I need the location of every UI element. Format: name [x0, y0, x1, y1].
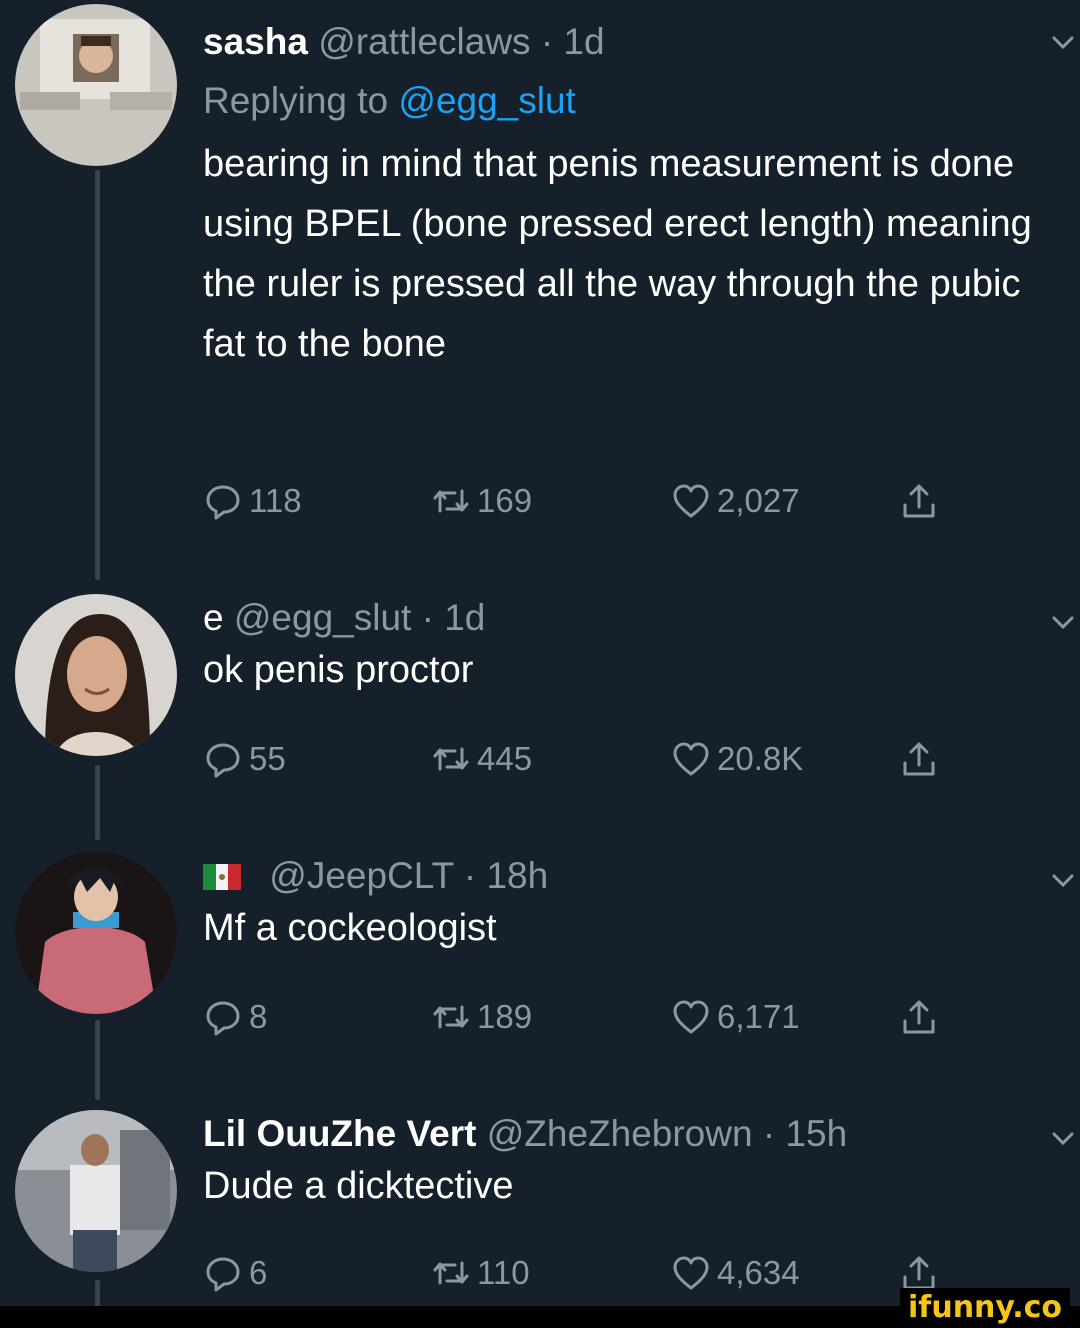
chevron-down-icon[interactable] — [1048, 608, 1078, 638]
display-name[interactable]: Lil OuuZhe Vert — [203, 1113, 476, 1154]
retweet-count: 189 — [477, 998, 533, 1035]
share-button[interactable] — [899, 478, 945, 524]
reply-count: 6 — [249, 1254, 268, 1291]
tweet-actions: 118 169 2,027 — [203, 478, 963, 524]
reply-count: 55 — [249, 740, 286, 777]
like-count: 6,171 — [717, 998, 800, 1035]
retweet-icon — [433, 1261, 469, 1285]
timestamp[interactable]: · 1d — [422, 597, 486, 638]
reply-icon — [206, 1257, 240, 1292]
reply-button[interactable]: 6 — [203, 1250, 267, 1296]
retweet-count: 110 — [477, 1254, 530, 1291]
reply-count: 118 — [249, 482, 302, 519]
tweet-text: bearing in mind that penis measurement i… — [203, 143, 1032, 365]
mexico-flag-icon — [203, 864, 241, 890]
reply-mention-link[interactable]: @egg_slut — [398, 80, 575, 121]
share-button[interactable] — [899, 736, 945, 782]
handle[interactable]: @JeepCLT — [269, 855, 453, 896]
retweet-button[interactable]: 169 — [431, 478, 532, 524]
share-icon — [903, 484, 935, 518]
tweet-text: Dude a dicktective — [203, 1165, 514, 1207]
share-icon — [903, 742, 935, 776]
heart-icon — [673, 742, 709, 776]
like-button[interactable]: 4,634 — [671, 1250, 800, 1296]
chevron-down-icon[interactable] — [1048, 28, 1078, 58]
reply-icon — [206, 485, 240, 520]
avatar[interactable] — [15, 852, 177, 1014]
tweet-text: Mf a cockeologist — [203, 907, 497, 949]
timestamp[interactable]: · 15h — [763, 1113, 847, 1154]
tweet-actions: 6 110 4,634 — [203, 1250, 963, 1296]
retweet-icon — [433, 1005, 469, 1029]
retweet-icon — [433, 489, 469, 513]
like-count: 4,634 — [717, 1254, 800, 1291]
reply-button[interactable]: 118 — [203, 478, 302, 524]
retweet-button[interactable]: 189 — [431, 994, 532, 1040]
handle[interactable]: @ZheZhebrown — [487, 1113, 753, 1154]
reply-count: 8 — [249, 998, 268, 1035]
chevron-down-icon[interactable] — [1048, 1124, 1078, 1154]
handle[interactable]: @rattleclaws — [318, 21, 530, 62]
share-icon — [903, 1000, 935, 1034]
avatar[interactable] — [15, 4, 177, 166]
avatar[interactable] — [15, 1110, 177, 1272]
share-button[interactable] — [899, 994, 945, 1040]
tweet-header: sasha @rattleclaws · 1d — [203, 20, 1040, 64]
retweet-button[interactable]: 110 — [431, 1250, 530, 1296]
tweet[interactable]: sasha @rattleclaws · 1d Replying to @egg… — [0, 0, 1080, 560]
display-name[interactable]: sasha — [203, 21, 308, 62]
reply-icon — [206, 1001, 240, 1036]
like-button[interactable]: 6,171 — [671, 994, 800, 1040]
tweet-header: e @egg_slut · 1d — [203, 596, 1040, 640]
tweet[interactable]: e @egg_slut · 1d ok penis proctor 55 445… — [0, 590, 1080, 790]
retweet-button[interactable]: 445 — [431, 736, 532, 782]
retweet-icon — [433, 747, 469, 771]
tweet-header: Lil OuuZhe Vert @ZheZhebrown · 15h — [203, 1112, 1040, 1156]
heart-icon — [673, 484, 709, 518]
like-button[interactable]: 20.8K — [671, 736, 803, 782]
retweet-count: 445 — [477, 740, 533, 777]
tweet-text: ok penis proctor — [203, 649, 474, 691]
like-button[interactable]: 2,027 — [671, 478, 800, 524]
tweet-actions: 8 189 6,171 — [203, 994, 963, 1040]
like-count: 2,027 — [717, 482, 800, 519]
like-count: 20.8K — [717, 740, 804, 777]
display-name[interactable]: e — [203, 597, 224, 638]
tweet[interactable]: @JeepCLT · 18h Mf a cockeologist 8 189 6… — [0, 848, 1080, 1048]
ifunny-watermark: ifunny.co — [900, 1288, 1070, 1328]
replying-to: Replying to @egg_slut — [203, 78, 1040, 124]
tweet-actions: 55 445 20.8K — [203, 736, 963, 782]
handle[interactable]: @egg_slut — [234, 597, 411, 638]
heart-icon — [673, 1000, 709, 1034]
replying-to-label: Replying to — [203, 80, 389, 121]
retweet-count: 169 — [477, 482, 533, 519]
share-icon — [903, 1256, 935, 1290]
avatar[interactable] — [15, 594, 177, 756]
tweet[interactable]: Lil OuuZhe Vert @ZheZhebrown · 15h Dude … — [0, 1106, 1080, 1306]
timestamp[interactable]: · 18h — [464, 855, 548, 896]
reply-icon — [206, 743, 240, 778]
chevron-down-icon[interactable] — [1048, 866, 1078, 896]
reply-button[interactable]: 8 — [203, 994, 267, 1040]
heart-icon — [673, 1256, 709, 1290]
timestamp[interactable]: · 1d — [541, 21, 605, 62]
reply-button[interactable]: 55 — [203, 736, 286, 782]
tweet-header: @JeepCLT · 18h — [203, 854, 1040, 898]
